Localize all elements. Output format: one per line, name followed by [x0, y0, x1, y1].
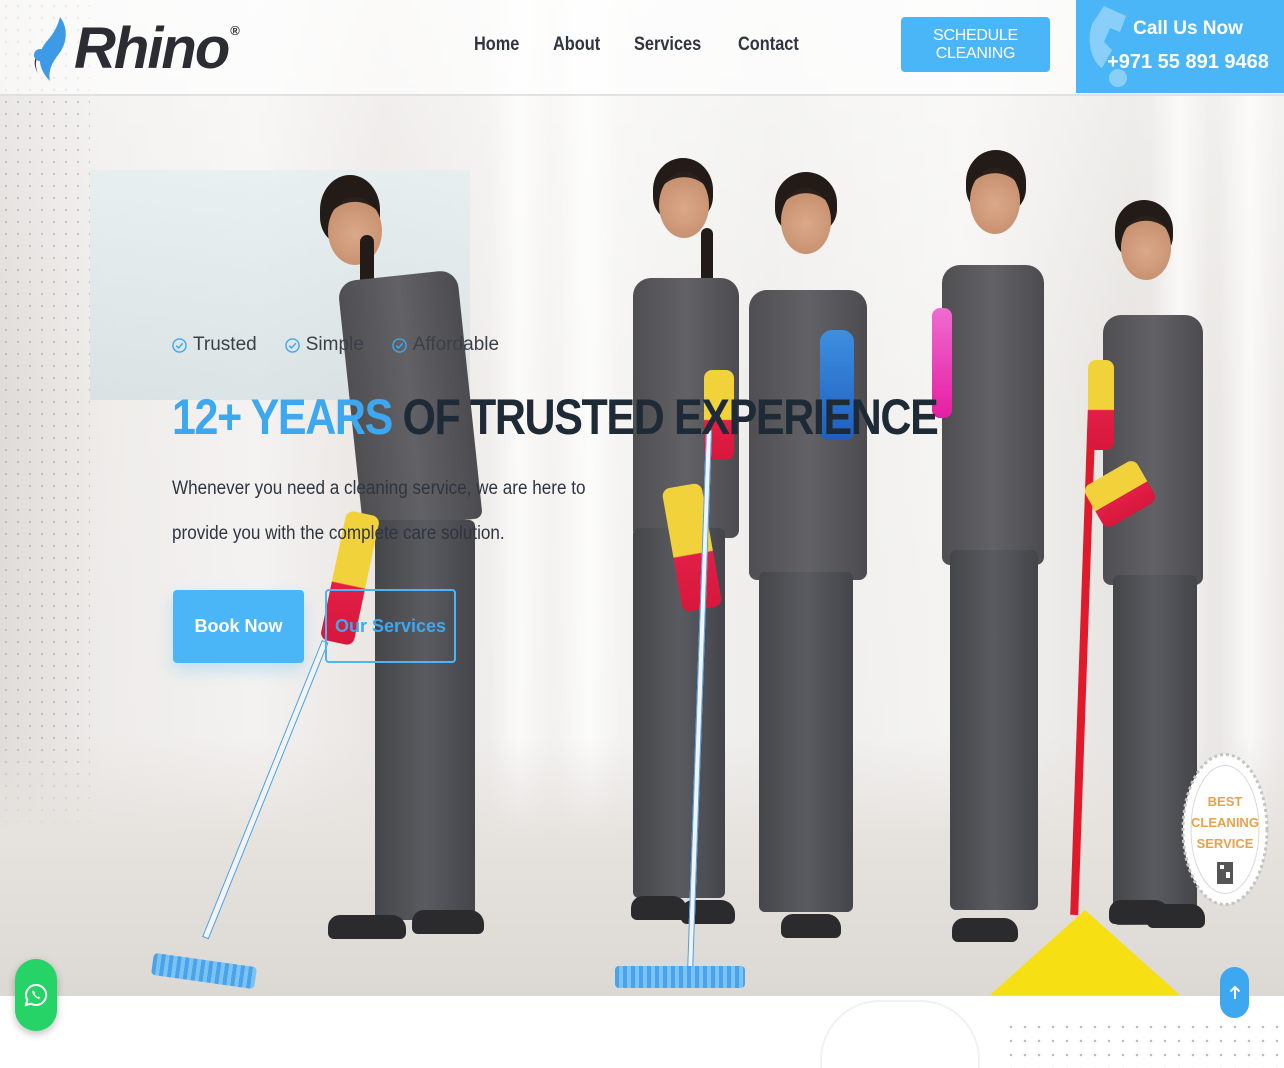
rhino-logo-icon — [34, 17, 66, 81]
best-cleaning-seal: BEST CLEANING SERVICE — [1181, 752, 1269, 907]
dustpan-sweep — [990, 910, 1180, 995]
badge-label: Trusted — [193, 334, 257, 355]
headline-rest: OF TRUSTED EXPERIENCE — [402, 389, 938, 445]
decorative-shape — [820, 1000, 980, 1068]
brand-name: Rhino — [74, 15, 230, 81]
check-circle-icon — [172, 337, 187, 353]
schedule-cleaning-button[interactable]: SCHEDULE CLEANING — [901, 17, 1050, 72]
qr-code-icon — [1217, 862, 1233, 884]
cleaner-photo-3 — [745, 172, 875, 972]
book-now-button[interactable]: Book Now — [173, 590, 304, 663]
seal-line-1: BEST — [1208, 794, 1243, 809]
cleaner-photo-1 — [300, 175, 500, 975]
registered-mark: ® — [230, 22, 240, 38]
seal-line-3: SERVICE — [1197, 836, 1254, 851]
hero-headline: 12+ YEARS OF TRUSTED EXPERIENCE — [172, 388, 939, 446]
seal-badge-icon: BEST CLEANING SERVICE — [1181, 753, 1269, 906]
nav-about[interactable]: About — [553, 34, 600, 56]
nav-services[interactable]: Services — [634, 34, 701, 56]
arrow-up-icon — [1229, 985, 1240, 999]
brand-logo[interactable]: Rhino ® — [30, 8, 240, 88]
call-us-button[interactable]: Call Us Now +971 55 891 9468 — [1076, 0, 1284, 93]
whatsapp-icon — [24, 983, 48, 1007]
cleaner-photo-4 — [920, 150, 1050, 960]
call-label: Call Us Now — [1133, 18, 1243, 39]
scroll-to-top-button[interactable] — [1220, 967, 1249, 1018]
whatsapp-button[interactable] — [15, 959, 57, 1031]
nav-home[interactable]: Home — [474, 34, 519, 56]
badge-affordable: Affordable — [392, 334, 499, 356]
badge-label: Simple — [305, 334, 364, 355]
phone-icon — [1089, 6, 1127, 87]
seal-line-2: CLEANING — [1191, 815, 1259, 830]
our-services-button[interactable]: Our Services — [325, 589, 456, 663]
headline-accent: 12+ YEARS — [172, 389, 393, 445]
main-nav: Home About Services Contact — [474, 34, 809, 56]
nav-contact[interactable]: Contact — [738, 34, 799, 56]
dot-pattern-bottom — [1004, 1020, 1284, 1068]
badge-label: Affordable — [412, 334, 500, 355]
hero-description: Whenever you need a cleaning service, we… — [172, 478, 586, 544]
phone-number: +971 55 891 9468 — [1107, 51, 1269, 73]
check-circle-icon — [392, 337, 407, 353]
check-circle-icon — [284, 337, 300, 353]
badge-simple: Simple — [284, 334, 364, 356]
badge-trusted: Trusted — [172, 334, 257, 356]
site-header: Rhino ® Home About Services Contact SCHE… — [0, 0, 1284, 96]
feature-badges: Trusted Simple Affordable — [172, 334, 499, 356]
